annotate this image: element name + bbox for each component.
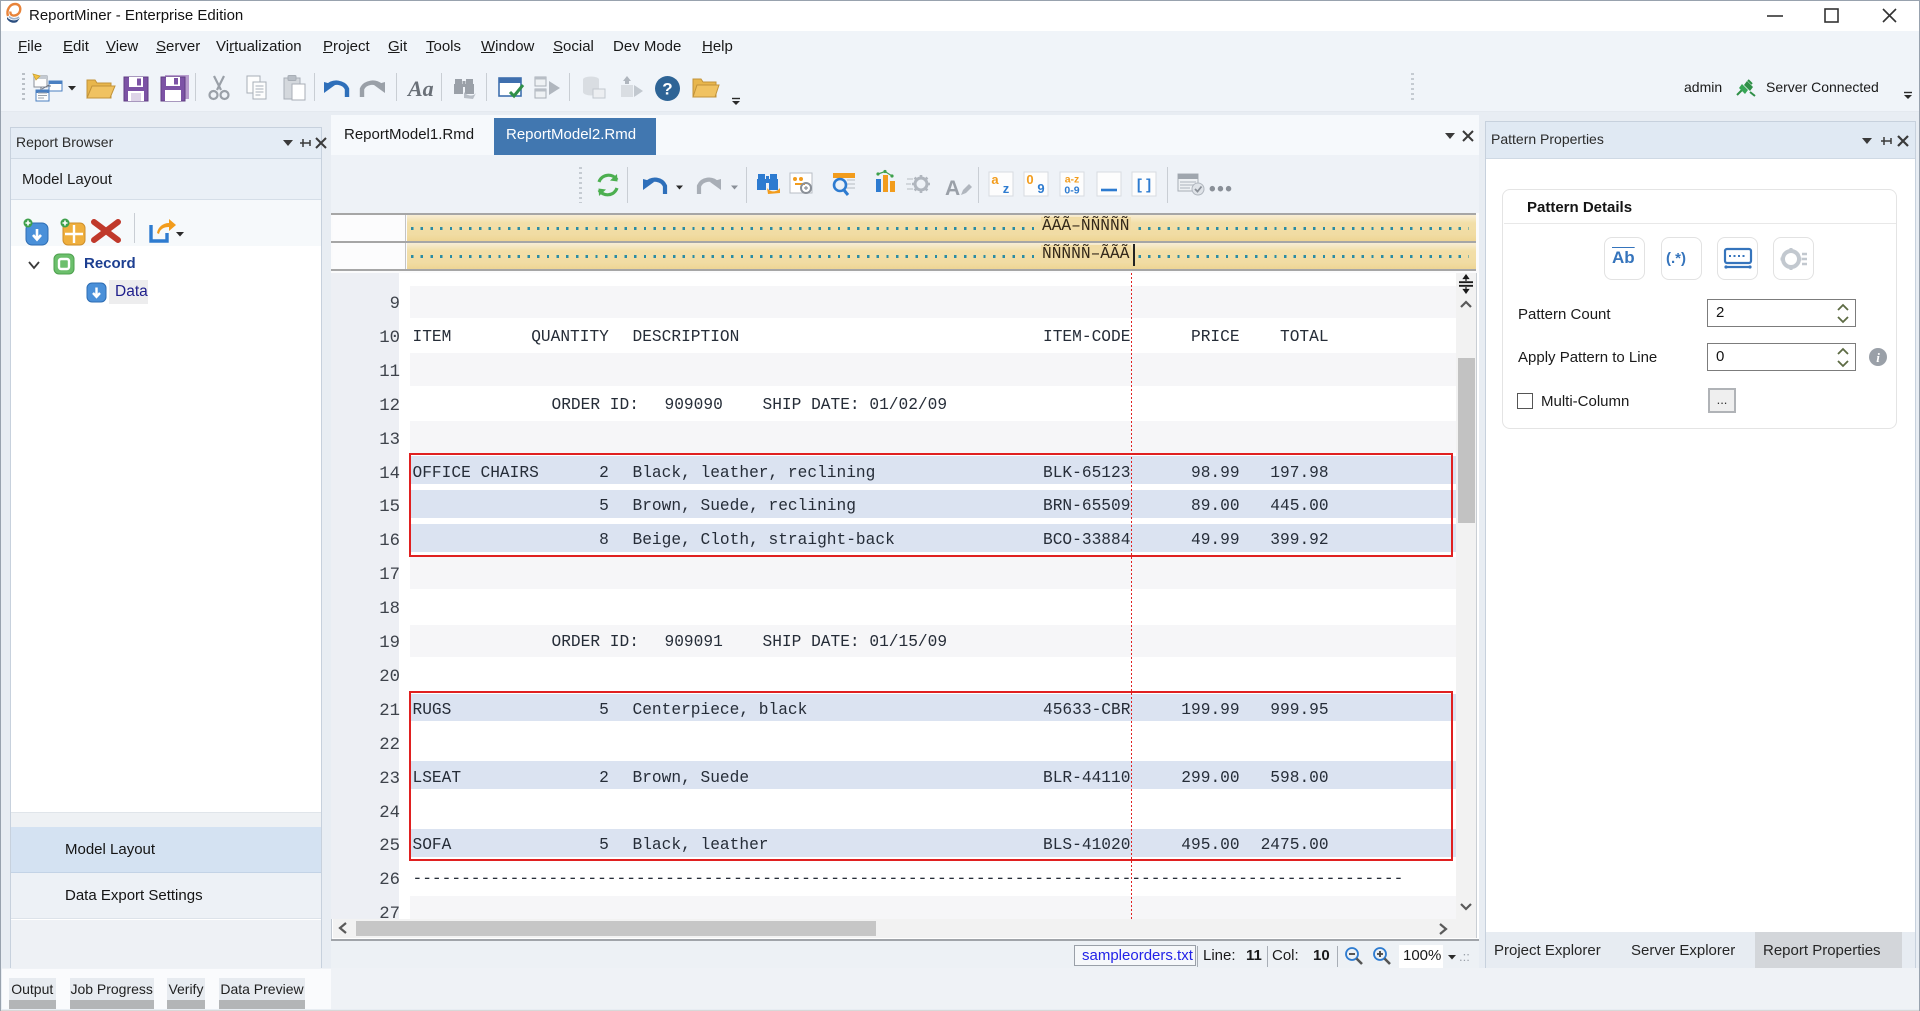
- svg-text:0: 0: [1026, 172, 1033, 187]
- svg-text:i: i: [1876, 350, 1880, 365]
- svg-text:?: ?: [662, 80, 672, 99]
- svg-text:0-9: 0-9: [1064, 185, 1079, 197]
- svg-text:9: 9: [1037, 181, 1044, 196]
- svg-text:z: z: [1003, 181, 1010, 196]
- svg-text:a: a: [991, 172, 999, 187]
- svg-text:[ ]: [ ]: [1137, 177, 1151, 194]
